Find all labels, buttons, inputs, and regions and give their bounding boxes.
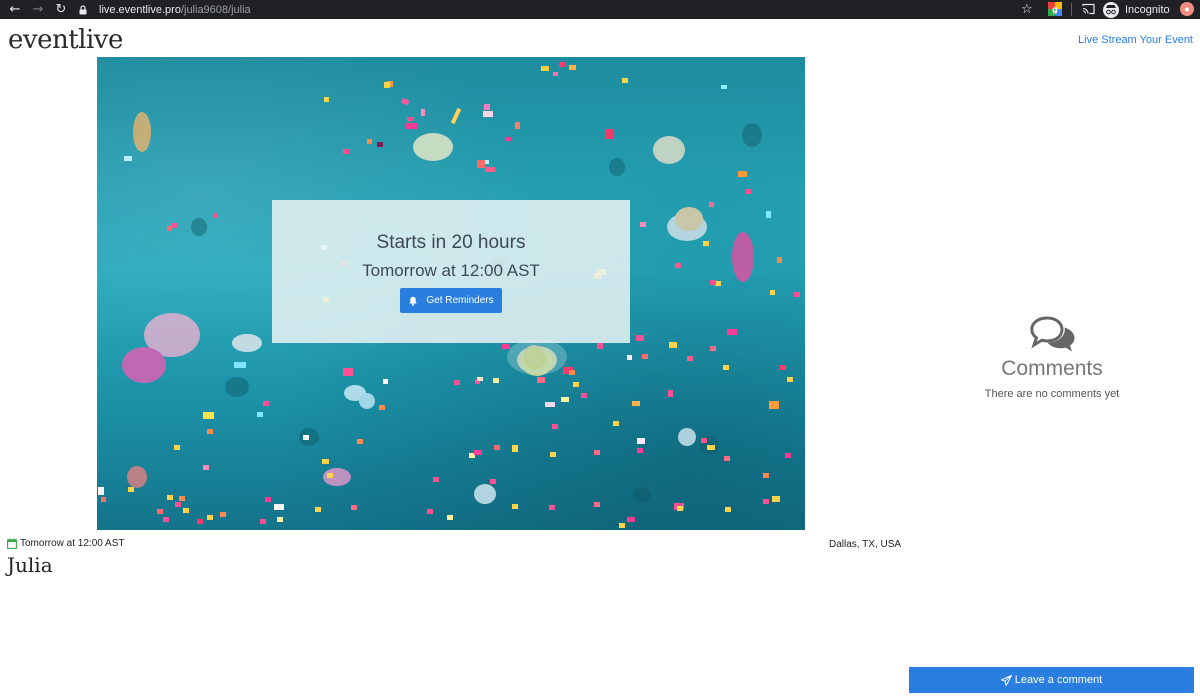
browser-toolbar: ← → ↻ live.eventlive.pro/julia9608/julia… bbox=[0, 0, 1200, 19]
bell-icon bbox=[409, 296, 418, 306]
calendar-icon bbox=[7, 538, 17, 549]
url-path: /julia9608/julia bbox=[180, 3, 251, 16]
extension-icon[interactable]: g bbox=[1048, 2, 1062, 16]
incognito-icon bbox=[1103, 1, 1119, 18]
incognito-indicator[interactable]: Incognito bbox=[1103, 1, 1170, 18]
comments-empty-text: There are no comments yet bbox=[984, 388, 1120, 400]
url-host: live.eventlive.pro bbox=[99, 3, 181, 16]
cast-icon[interactable] bbox=[1082, 3, 1095, 15]
countdown-title: Starts in 20 hours bbox=[376, 232, 526, 253]
comments-title: Comments bbox=[1001, 357, 1103, 380]
profile-avatar[interactable]: ● bbox=[1180, 2, 1194, 16]
event-date-text: Tomorrow at 12:00 AST bbox=[20, 538, 125, 549]
paper-plane-icon bbox=[1000, 674, 1012, 686]
bookmark-star-icon[interactable]: ☆ bbox=[1021, 0, 1033, 19]
back-icon[interactable]: ← bbox=[5, 0, 25, 19]
comments-icon bbox=[1030, 316, 1075, 352]
event-title: Julia bbox=[7, 553, 53, 577]
toolbar-divider bbox=[1071, 3, 1072, 16]
get-reminders-label: Get Reminders bbox=[426, 295, 494, 306]
forward-icon[interactable]: → bbox=[28, 0, 48, 19]
live-stream-your-event-link[interactable]: Live Stream Your Event bbox=[1078, 34, 1193, 46]
event-location: Dallas, TX, USA bbox=[829, 539, 902, 550]
event-cover-image: Starts in 20 hours Tomorrow at 12:00 AST… bbox=[97, 57, 805, 530]
event-date: Tomorrow at 12:00 AST bbox=[7, 538, 125, 549]
get-reminders-button[interactable]: Get Reminders bbox=[400, 288, 502, 313]
address-bar[interactable]: live.eventlive.pro/julia9608/julia bbox=[78, 0, 1042, 19]
leave-comment-label: Leave a comment bbox=[1014, 674, 1103, 686]
incognito-label: Incognito bbox=[1125, 3, 1170, 16]
reload-icon[interactable]: ↻ bbox=[51, 0, 71, 19]
countdown-datetime: Tomorrow at 12:00 AST bbox=[362, 261, 540, 280]
countdown-panel: Starts in 20 hours Tomorrow at 12:00 AST… bbox=[272, 200, 630, 343]
lock-icon bbox=[79, 4, 87, 14]
leave-comment-button[interactable]: Leave a comment bbox=[909, 667, 1194, 693]
svg-text:g: g bbox=[1052, 5, 1058, 14]
site-logo[interactable]: eventlive bbox=[8, 25, 123, 55]
